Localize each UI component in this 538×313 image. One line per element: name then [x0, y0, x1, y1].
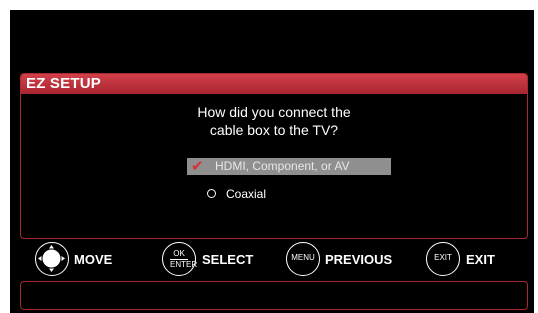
info-box: [20, 281, 528, 310]
question-line-1: How did you connect the: [197, 104, 351, 120]
setup-question: How did you connect the cable box to the…: [21, 103, 527, 139]
ok-text: OK: [173, 249, 185, 258]
ok-enter-button-icon: OK ENTER: [162, 242, 198, 276]
ez-setup-panel: EZ SETUP How did you connect the cable b…: [20, 73, 528, 239]
select-label: SELECT: [202, 252, 254, 267]
remote-controls-bar: MOVE OK ENTER SELECT MENU PREVIOUS EXIT …: [10, 242, 534, 278]
option-label: HDMI, Component, or AV: [215, 159, 350, 173]
tv-screen: EZ SETUP How did you connect the cable b…: [10, 10, 534, 313]
checkmark-icon: ✔: [191, 158, 204, 175]
option-hdmi-component-av[interactable]: ✔ HDMI, Component, or AV: [187, 158, 391, 175]
option-label: Coaxial: [226, 187, 267, 201]
enter-text: ENTER: [170, 259, 198, 269]
dpad-icon: [35, 242, 69, 276]
panel-title: EZ SETUP: [21, 74, 527, 94]
exit-button-icon: EXIT: [426, 242, 460, 276]
menu-button-icon: MENU: [286, 242, 320, 276]
radio-circle-icon: [207, 189, 216, 198]
previous-label: PREVIOUS: [325, 252, 393, 267]
move-label: MOVE: [74, 252, 113, 267]
exit-label: EXIT: [466, 252, 495, 267]
question-line-2: cable box to the TV?: [209, 122, 339, 138]
